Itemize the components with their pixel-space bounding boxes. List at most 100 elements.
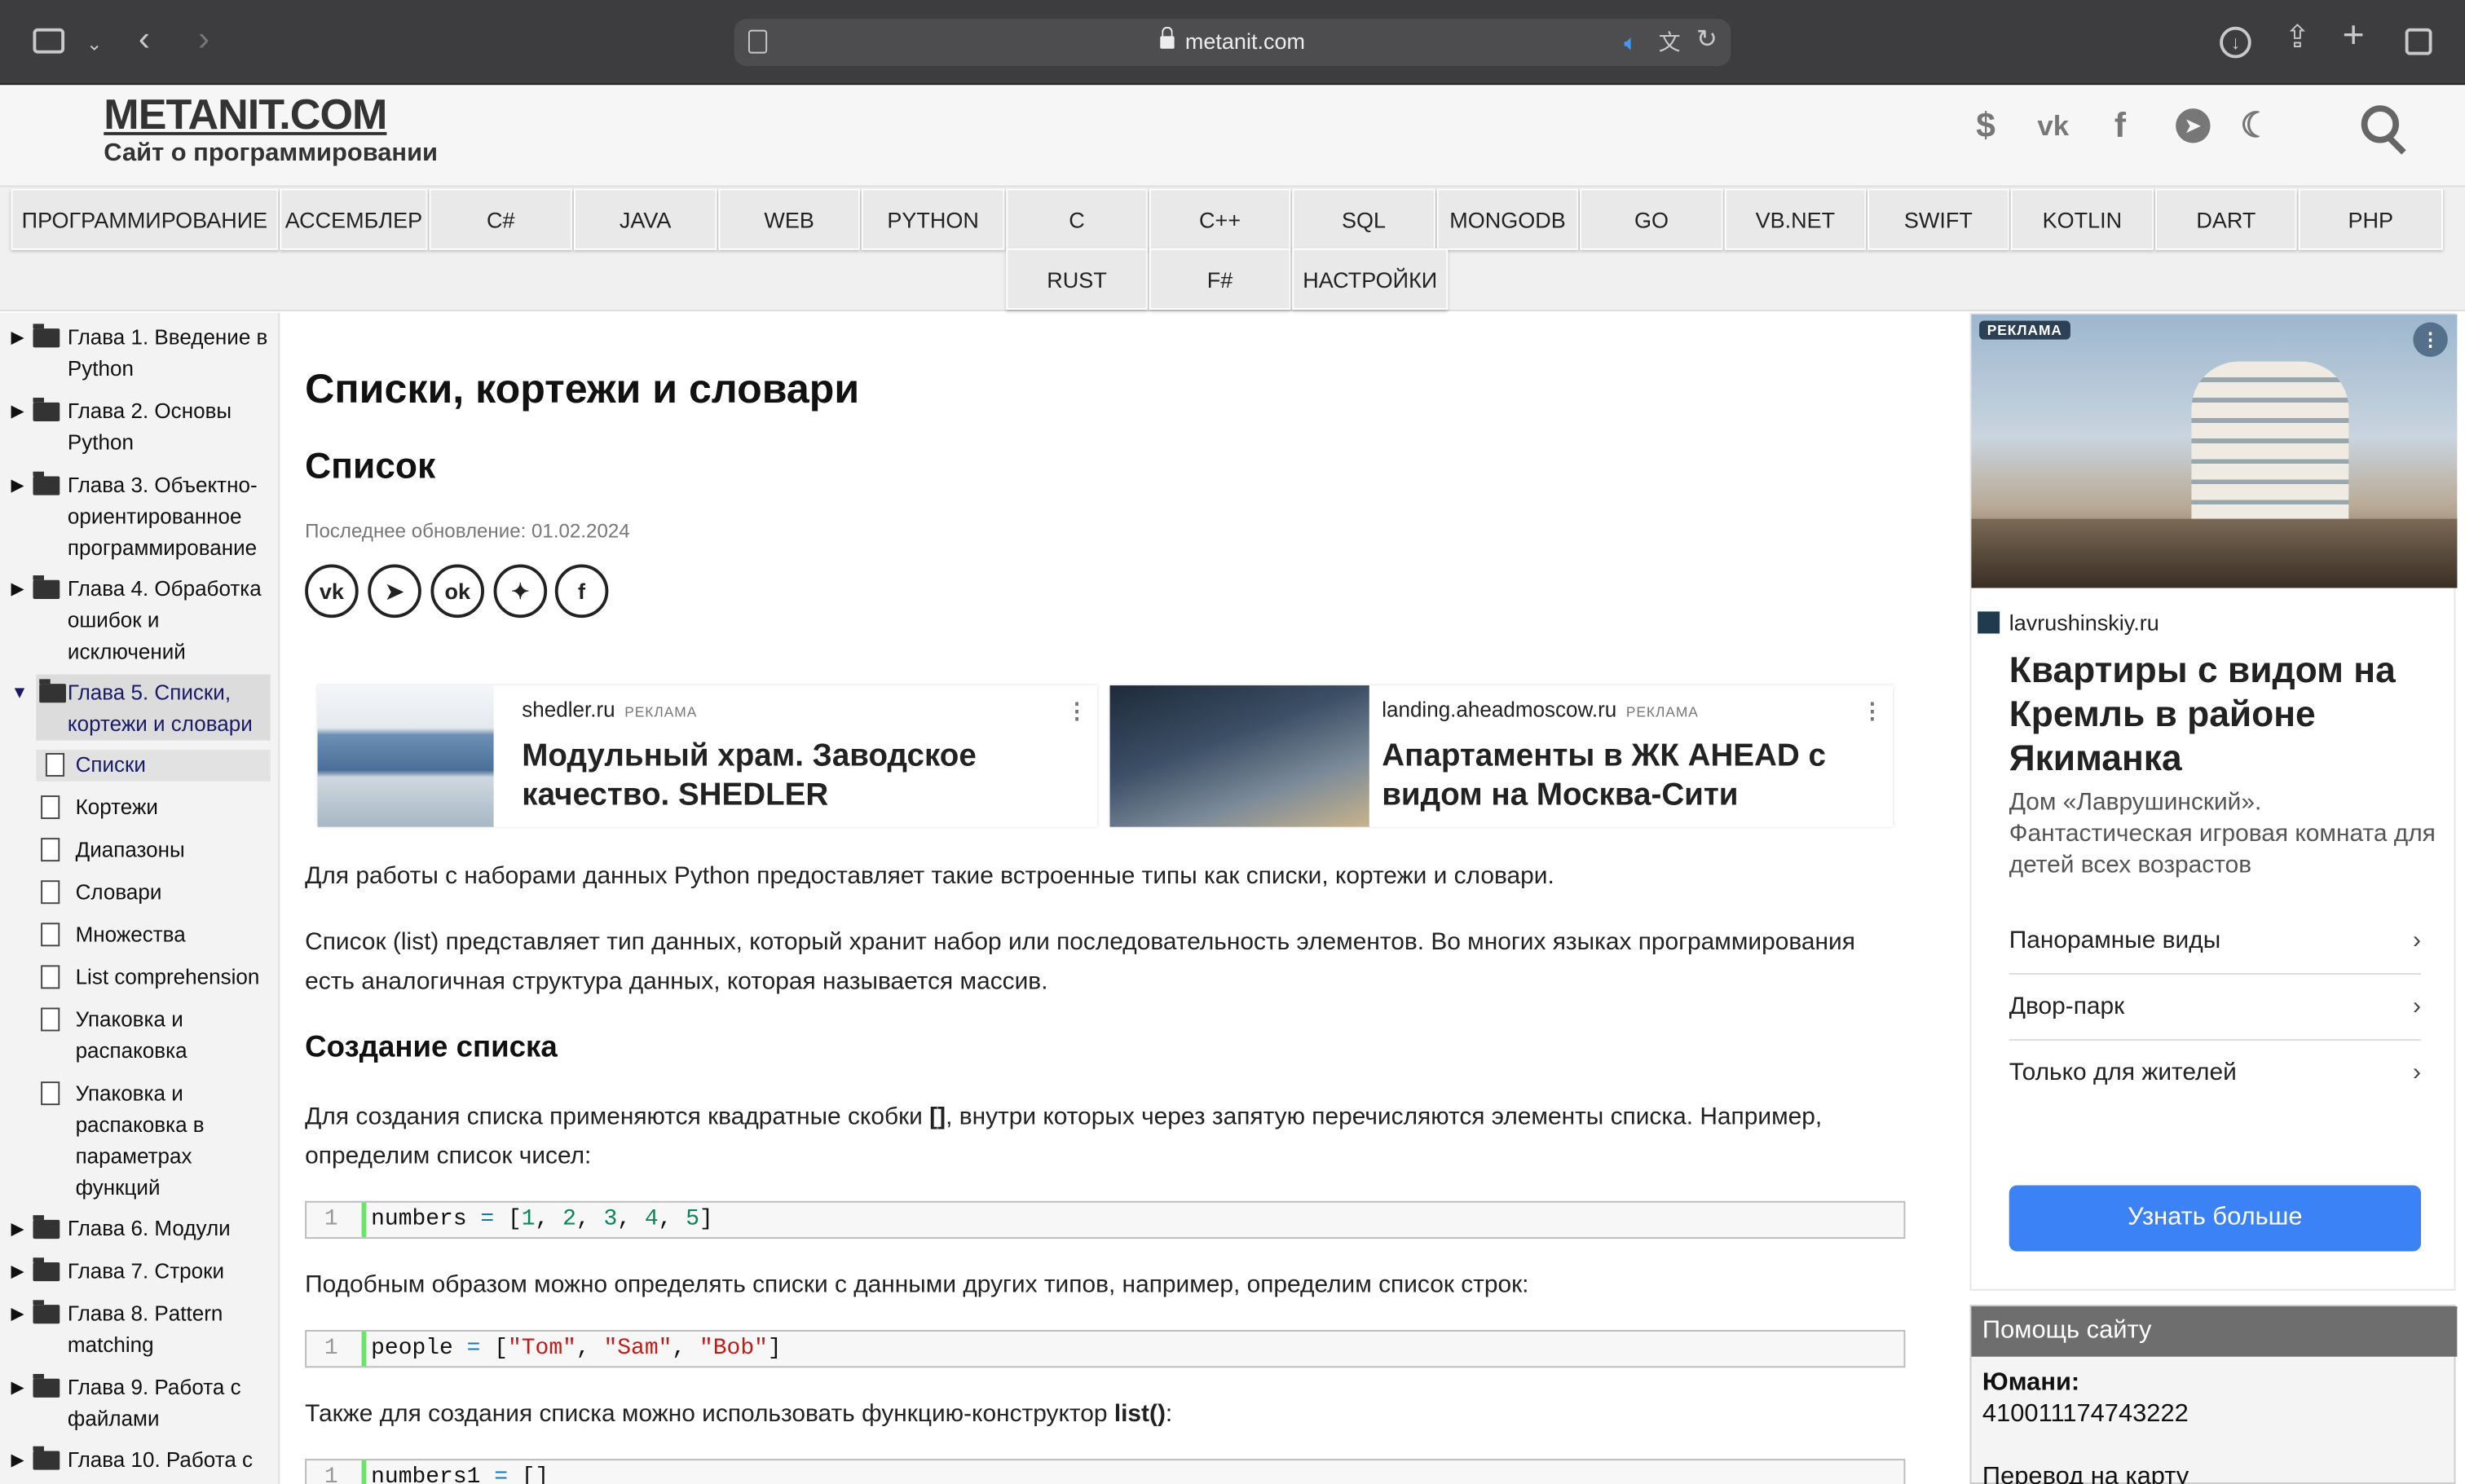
help-title: Помощь сайту: [1971, 1306, 2458, 1357]
learn-more-button[interactable]: Узнать больше: [2009, 1185, 2421, 1252]
folder-icon: [33, 1300, 60, 1324]
nav-vbnet[interactable]: VB.NET: [1724, 188, 1867, 250]
triangle-right-icon[interactable]: ▶: [11, 1298, 24, 1330]
telegram-icon[interactable]: ➤: [2176, 108, 2211, 143]
facebook-icon[interactable]: f: [2114, 105, 2126, 146]
ad-link-residents[interactable]: Только для жителей ›: [2009, 1041, 2421, 1107]
nav-fsharp[interactable]: F#: [1149, 248, 1291, 310]
sidebar-chapter-6[interactable]: ▶ Глава 6. Модули: [11, 1213, 231, 1245]
nav-swift[interactable]: SWIFT: [1867, 188, 2009, 250]
dollar-icon[interactable]: $: [1976, 105, 1995, 146]
ad-domain: lavrushinskiy.ru: [1977, 610, 2159, 636]
paragraph-intro: Для работы с наборами данных Python пред…: [305, 863, 1554, 890]
vk-share-icon[interactable]: vk: [305, 564, 359, 619]
sidebar-page-ranges[interactable]: Диапазоны: [41, 834, 185, 866]
code-block-numbers: 1 numbers = [1, 2, 3, 4, 5]: [305, 1200, 1906, 1240]
sidebar-chapter-7[interactable]: ▶ Глава 7. Строки: [11, 1256, 224, 1288]
nav-c[interactable]: C: [1006, 188, 1148, 250]
right-ad[interactable]: РЕКЛАМА ⋮ lavrushinskiy.ru Квартиры с ви…: [1969, 312, 2458, 1291]
triangle-right-icon[interactable]: ▶: [11, 1256, 24, 1288]
nav-dart[interactable]: DART: [2155, 188, 2297, 250]
more-options-icon[interactable]: ⋮: [2413, 322, 2448, 357]
site-logo[interactable]: METANIT.COM: [104, 91, 387, 140]
translate-icon[interactable]: 文: [1659, 29, 1681, 57]
sidebar-page-tuples[interactable]: Кортежи: [41, 792, 158, 824]
triangle-right-icon[interactable]: ▶: [11, 574, 24, 605]
moon-icon[interactable]: ☾: [2240, 105, 2271, 146]
sidebar-page-sets[interactable]: Множества: [41, 919, 186, 951]
sidebar-page-lists[interactable]: Списки: [36, 750, 271, 782]
vk-icon[interactable]: vk: [2037, 110, 2069, 143]
sidebar-page-list-comprehension[interactable]: List comprehension: [41, 962, 259, 994]
page-title: Списки, кортежи и словари: [305, 364, 860, 412]
sidebar-page-packing-params[interactable]: Упаковка и распаковка в параметрах функц…: [41, 1078, 233, 1204]
sidebar-chapter-1[interactable]: ▶ Глава 1. Введение в Python: [11, 322, 272, 385]
nav-cpp[interactable]: C++: [1149, 188, 1291, 250]
reload-icon[interactable]: ↻: [1696, 27, 1718, 55]
triangle-right-icon[interactable]: ▶: [11, 1213, 24, 1245]
ad-banner-1[interactable]: shedler.ru РЕКЛАМА Модульный храм. Заводс…: [317, 685, 1098, 827]
paragraph-list-constructor: Также для создания списка можно использо…: [305, 1400, 1173, 1428]
browser-toolbar: ⌄ ‹ › metanit.com 🔈︎ 文 ↻ ↓ ⇪ +: [0, 0, 2465, 86]
folder-icon: [33, 1373, 60, 1398]
ad-link-park[interactable]: Двор-парк ›: [2009, 975, 2421, 1041]
sidebar-chapter-8[interactable]: ▶ Глава 8. Pattern matching: [11, 1298, 240, 1361]
search-icon[interactable]: [2358, 102, 2414, 156]
nav-programming[interactable]: ПРОГРАММИРОВАНИЕ: [11, 188, 279, 250]
more-options-icon[interactable]: ⋮: [1066, 698, 1088, 724]
nav-rust[interactable]: RUST: [1006, 248, 1148, 310]
more-options-icon[interactable]: ⋮: [1861, 698, 1883, 724]
nav-python[interactable]: PYTHON: [861, 188, 1005, 250]
ad-headline: Квартиры с видом на Кремль в районе Яким…: [2009, 649, 2396, 778]
nav-kotlin[interactable]: KOTLIN: [2010, 188, 2154, 250]
nav-php[interactable]: PHP: [2298, 188, 2443, 250]
triangle-right-icon[interactable]: ▶: [11, 1372, 24, 1404]
speaker-icon[interactable]: 🔈︎: [1624, 29, 1637, 57]
sidebar-page-packing[interactable]: Упаковка и распаковка: [41, 1005, 233, 1068]
download-icon[interactable]: ↓: [2220, 26, 2251, 59]
nav-settings[interactable]: НАСТРОЙКИ: [1292, 248, 1449, 310]
folder-open-icon: [39, 679, 66, 703]
nav-go[interactable]: GO: [1580, 188, 1723, 250]
triangle-right-icon[interactable]: ▶: [11, 1445, 24, 1477]
document-icon: [41, 1081, 60, 1106]
sidebar-chapter-2[interactable]: ▶ Глава 2. Основы Python: [11, 396, 240, 459]
share-icon[interactable]: ⇪: [2284, 22, 2310, 54]
ad-banner-2[interactable]: landing.aheadmoscow.ru РЕКЛАМА Апартамент…: [1109, 685, 1893, 827]
triangle-right-icon[interactable]: ▶: [11, 396, 24, 428]
triangle-right-icon[interactable]: ▶: [11, 470, 24, 502]
new-tab-icon[interactable]: +: [2343, 16, 2365, 54]
sidebar-page-dicts[interactable]: Словари: [41, 877, 161, 909]
nav-java[interactable]: JAVA: [573, 188, 717, 250]
sidebar-toggle-icon[interactable]: [33, 28, 65, 54]
folder-icon: [33, 1257, 60, 1282]
sidebar-chapter-9[interactable]: ▶ Глава 9. Работа с файлами: [11, 1372, 256, 1435]
facebook-share-icon[interactable]: f: [554, 564, 609, 619]
sidebar-chapter-10[interactable]: ▶ Глава 10. Работа с: [11, 1445, 272, 1477]
site-slogan: Сайт о программировании: [104, 139, 439, 167]
main-nav: ПРОГРАММИРОВАНИЕ АССЕМБЛЕР C# JAVA WEB P…: [0, 187, 2465, 311]
sidebar-chapter-4[interactable]: ▶ Глава 4. Обработка ошибок и исключений: [11, 574, 272, 668]
chevron-down-icon[interactable]: ⌄: [86, 30, 102, 59]
tabs-overview-icon[interactable]: [2405, 28, 2432, 55]
telegram-share-icon[interactable]: ➤: [368, 564, 421, 619]
sidebar-chapter-3[interactable]: ▶ Глава 3. Объектно-ориентированное прогр…: [11, 470, 276, 565]
nav-assembler[interactable]: АССЕМБЛЕР: [280, 188, 428, 250]
sidebar-chapter-5[interactable]: ▼ Глава 5. Списки, кортежи и словари: [11, 674, 271, 741]
folder-icon: [33, 1446, 60, 1470]
ad-link-panorama[interactable]: Панорамные виды ›: [2009, 909, 2421, 975]
address-bar[interactable]: metanit.com 🔈︎ 文 ↻: [734, 19, 1731, 67]
back-icon[interactable]: ‹: [139, 21, 150, 55]
document-icon: [41, 838, 60, 862]
ad-image: [317, 685, 494, 827]
triangle-right-icon[interactable]: ▶: [11, 322, 24, 354]
page: ⌄ ‹ › metanit.com 🔈︎ 文 ↻ ↓ ⇪ + METANIT.C…: [0, 0, 2465, 1484]
nav-mongodb[interactable]: MONGODB: [1436, 188, 1579, 250]
ad-domain: landing.aheadmoscow.ru РЕКЛАМА: [1382, 698, 1699, 722]
odnoklassniki-share-icon[interactable]: ok: [430, 564, 484, 619]
nav-csharp[interactable]: C#: [429, 188, 572, 250]
nav-sql[interactable]: SQL: [1292, 188, 1435, 250]
triangle-down-icon[interactable]: ▼: [11, 677, 28, 709]
nav-web[interactable]: WEB: [718, 188, 860, 250]
twitter-share-icon[interactable]: ✦: [493, 564, 548, 619]
